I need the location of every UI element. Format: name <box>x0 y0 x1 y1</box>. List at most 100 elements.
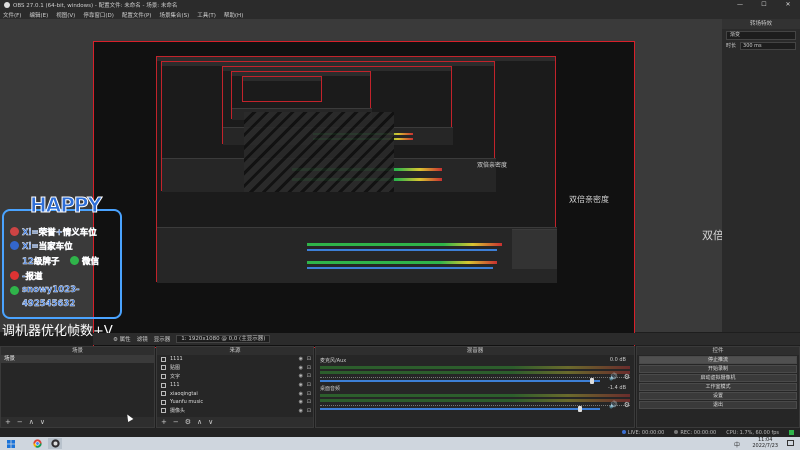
notification-icon[interactable] <box>787 440 794 446</box>
preview-canvas[interactable]: 双倍亲密度 双倍亲密度 双倍亲密度 <box>93 41 635 348</box>
car-icon <box>10 241 19 250</box>
source-item[interactable]: Yuanfu music ◉ ⊡ <box>157 398 313 407</box>
menu-scene-collection[interactable]: 场景集合(S) <box>159 11 189 19</box>
controls-dock-title: 控件 <box>637 347 799 355</box>
eye-icon[interactable]: ◉ <box>299 408 303 414</box>
start-recording-button[interactable]: 开始录制 <box>639 365 797 373</box>
remove-source-button[interactable]: − <box>173 418 179 426</box>
start-virtual-camera-button[interactable]: 启动虚拟摄像机 <box>639 374 797 382</box>
monitor-select[interactable]: 1: 1920x1080 @ 0,0 (主显示器) <box>176 335 271 343</box>
overlay-line-1: Xi=荣誉+情义车位 <box>22 228 97 238</box>
channel-name: 麦克风/Aux <box>320 358 347 364</box>
text-source-icon <box>161 373 166 379</box>
monitor-label: 显示器 <box>153 337 171 343</box>
window-title: OBS 27.0.1 (64-bit, windows) - 配置文件: 未命名… <box>13 3 178 9</box>
input-language-indicator[interactable]: 中 <box>734 440 740 449</box>
image-source-icon <box>161 365 166 371</box>
duration-input[interactable]: 300 ms <box>740 42 796 50</box>
eye-icon[interactable]: ◉ <box>299 399 303 405</box>
maximize-button[interactable]: ☐ <box>752 0 776 10</box>
source-item[interactable]: 摄像头 ◉ ⊡ <box>157 407 313 416</box>
lock-icon[interactable]: ⊡ <box>307 365 311 371</box>
exit-button[interactable]: 退出 <box>639 401 797 409</box>
gear-icon[interactable]: ⚙ <box>624 373 630 381</box>
studio-mode-button[interactable]: 工作室模式 <box>639 383 797 391</box>
sources-dock-title: 来源 <box>157 347 313 355</box>
taskbar-clock[interactable]: 11:04 2022/7/23 <box>752 437 778 449</box>
speaker-icon[interactable]: 🔊 <box>609 401 618 409</box>
lock-icon[interactable]: ⊡ <box>307 408 311 414</box>
preview-text-double-mid: 双倍亲密度 <box>569 195 609 204</box>
remove-scene-button[interactable]: − <box>17 418 23 426</box>
source-item[interactable]: 贴图 ◉ ⊡ <box>157 364 313 373</box>
overlay-line-3: 12级牌子 <box>22 257 60 267</box>
scene-item[interactable]: 场景 <box>1 355 154 363</box>
transition-select[interactable]: 渐变 <box>726 31 796 40</box>
source-item[interactable]: 文字 ◉ ⊡ <box>157 372 313 381</box>
source-settings-button[interactable]: ⚙ <box>185 418 191 426</box>
move-scene-down-button[interactable]: ∨ <box>40 418 45 426</box>
lock-icon[interactable]: ⊡ <box>307 356 311 362</box>
eye-icon[interactable]: ◉ <box>299 373 303 379</box>
source-item[interactable]: 111 ◉ ⊡ <box>157 381 313 390</box>
menu-file[interactable]: 文件(F) <box>3 11 21 19</box>
chrome-icon[interactable] <box>30 438 44 449</box>
gear-icon[interactable]: ⚙ <box>624 401 630 409</box>
meter-scale <box>320 403 630 406</box>
add-source-button[interactable]: + <box>161 418 167 426</box>
eye-icon[interactable]: ◉ <box>299 382 303 388</box>
menu-tools[interactable]: 工具(T) <box>197 11 216 19</box>
windows-start-icon[interactable] <box>4 438 18 449</box>
menu-profile[interactable]: 配置文件(P) <box>122 11 152 19</box>
obs-logo-icon <box>4 2 10 8</box>
mirror-trail <box>244 112 394 192</box>
lock-icon[interactable]: ⊡ <box>307 399 311 405</box>
eye-icon[interactable]: ◉ <box>299 391 303 397</box>
overlay-line-6: 492545632 <box>22 299 76 309</box>
move-source-up-button[interactable]: ∧ <box>197 418 202 426</box>
text-source-icon <box>161 399 166 405</box>
lock-icon[interactable]: ⊡ <box>307 373 311 379</box>
properties-bar: ⚙ 属性 滤镜 显示器 1: 1920x1080 @ 0,0 (主显示器) <box>93 333 800 345</box>
eye-icon[interactable]: ◉ <box>299 365 303 371</box>
title-bar: OBS 27.0.1 (64-bit, windows) - 配置文件: 未命名… <box>0 0 800 10</box>
move-source-down-button[interactable]: ∨ <box>208 418 213 426</box>
crown-icon <box>10 227 19 236</box>
nested-obs-level-5 <box>242 76 322 102</box>
source-item[interactable]: 1111 ◉ ⊡ <box>157 355 313 364</box>
add-scene-button[interactable]: + <box>5 418 11 426</box>
transition-panel: 转场特效 渐变 时长 300 ms <box>722 19 800 332</box>
settings-button[interactable]: 设置 <box>639 392 797 400</box>
volume-slider-handle[interactable] <box>578 406 583 412</box>
channel-db: 0.0 dB <box>609 357 626 363</box>
menu-docks[interactable]: 停靠窗口(D) <box>83 11 114 19</box>
cpu-status: CPU: 1.7%, 60.00 fps <box>726 429 779 436</box>
close-button[interactable]: ✕ <box>776 0 800 10</box>
volume-slider[interactable] <box>320 378 600 384</box>
stop-streaming-button[interactable]: 停止推流 <box>639 356 797 364</box>
filters-button[interactable]: 滤镜 <box>137 335 148 343</box>
menu-edit[interactable]: 编辑(E) <box>29 11 48 19</box>
wechat-icon <box>70 256 79 265</box>
minimize-button[interactable]: — <box>728 0 752 10</box>
mixer-channel-desktop: 桌面音频 -1.4 dB 🔊 ⚙ <box>316 383 634 412</box>
lock-icon[interactable]: ⊡ <box>307 382 311 388</box>
lock-icon[interactable]: ⊡ <box>307 391 311 397</box>
volume-meter <box>320 399 630 402</box>
move-scene-up-button[interactable]: ∧ <box>29 418 34 426</box>
netease-icon <box>10 271 19 280</box>
source-item[interactable]: xiaoqingtai ◉ ⊡ <box>157 389 313 398</box>
volume-meter <box>320 371 630 374</box>
overlay-line-5: snowy1023- <box>22 285 80 295</box>
menu-view[interactable]: 视图(V) <box>56 11 75 19</box>
overlay-line-4: -报道 <box>22 272 43 282</box>
volume-meter <box>320 366 630 369</box>
eye-icon[interactable]: ◉ <box>299 356 303 362</box>
properties-button[interactable]: ⚙ 属性 <box>113 335 131 343</box>
image-source-icon <box>161 391 166 397</box>
volume-slider[interactable] <box>320 406 600 412</box>
obs-taskbar-icon[interactable] <box>48 438 62 449</box>
speaker-icon[interactable]: 🔊 <box>609 373 618 381</box>
menu-help[interactable]: 帮助(H) <box>224 11 243 19</box>
mixer-channel-mic: 麦克风/Aux 0.0 dB 🔊 ⚙ <box>316 355 634 384</box>
